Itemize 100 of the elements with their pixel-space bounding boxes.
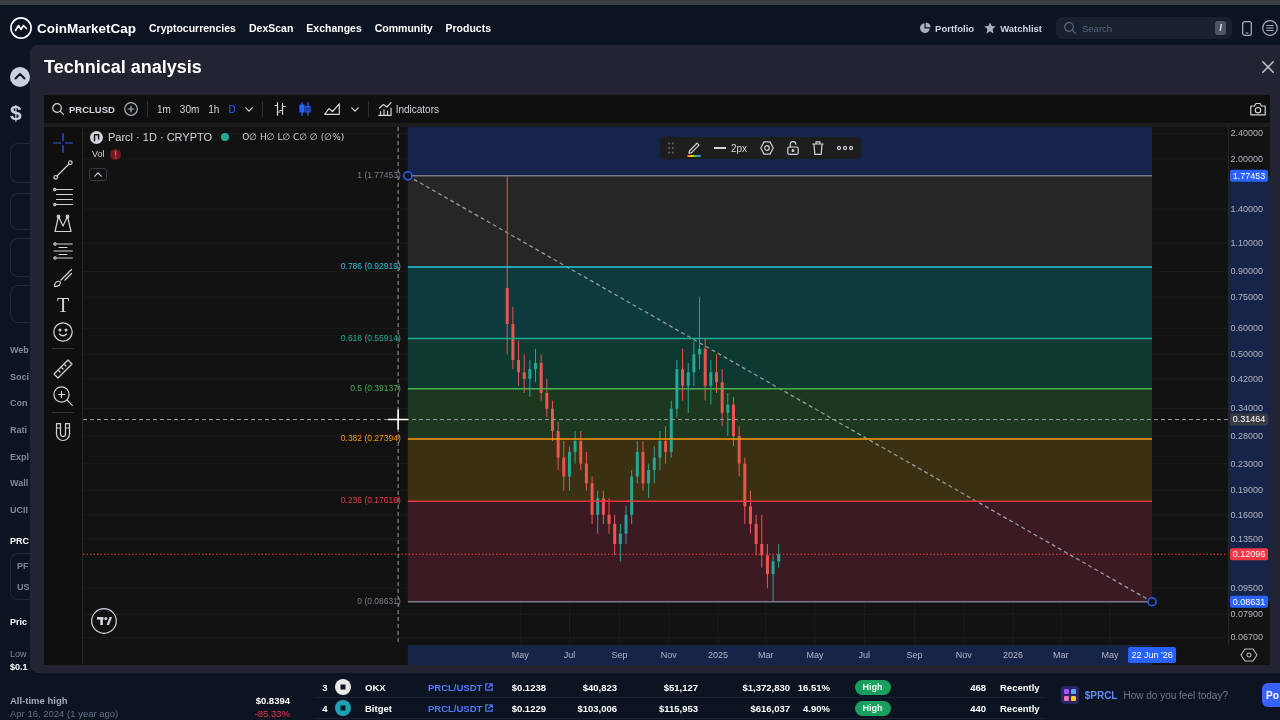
- price-tick-label: 0.23000: [1230, 458, 1263, 469]
- sidebar-item[interactable]: Expl: [10, 443, 30, 471]
- fib-level-label: 0.236 (0.17618): [340, 495, 401, 506]
- candlestick: [737, 425, 741, 477]
- handle-icon[interactable]: [403, 171, 413, 181]
- price-label: 0.12096: [1230, 548, 1268, 561]
- interval-button[interactable]: 1m: [156, 103, 171, 115]
- crosshair-cursor-icon: [387, 408, 409, 431]
- ruler-icon: [53, 359, 73, 379]
- plus-circle-icon[interactable]: [123, 102, 138, 116]
- price-tick-label: 0.50000: [1230, 349, 1263, 360]
- phone-icon[interactable]: [1242, 20, 1252, 36]
- candlestick: [777, 543, 781, 569]
- nav-link[interactable]: DexScan: [248, 22, 294, 34]
- caret-up-icon: [94, 172, 102, 177]
- pair-link[interactable]: PRCL/USDT: [428, 702, 500, 714]
- settings-icon[interactable]: [1240, 648, 1258, 662]
- candlestick: [573, 430, 577, 465]
- watchlist-link[interactable]: Watchlist: [984, 22, 1042, 34]
- brush-icon: [53, 268, 73, 288]
- collapse-button[interactable]: [89, 168, 107, 181]
- text-tool-button[interactable]: T: [49, 291, 77, 319]
- camera-icon[interactable]: [1250, 102, 1266, 116]
- interval-button[interactable]: D: [228, 103, 236, 115]
- time-tick-label: May: [1101, 649, 1119, 660]
- candlestick: [556, 421, 560, 471]
- pair-link[interactable]: PRCL/USDT: [428, 681, 500, 693]
- stat-date: Apr 16, 2024 (1 year ago): [10, 707, 119, 720]
- portfolio-link[interactable]: Portfolio: [919, 22, 975, 34]
- time-tick-label: Nov: [955, 649, 972, 660]
- post-button[interactable]: Po: [1262, 683, 1280, 707]
- sentiment-prompt: How do you feel today?: [1123, 689, 1228, 701]
- trash-icon[interactable]: [812, 141, 825, 155]
- app-logo-icon: [1060, 686, 1079, 704]
- candlestick: [624, 505, 628, 545]
- fib-level-label: 1 (1.77453): [357, 170, 401, 181]
- sidebar-item[interactable]: Wall: [10, 470, 30, 498]
- unlocked-padlock-icon[interactable]: [787, 141, 800, 155]
- settings-icon[interactable]: [760, 141, 775, 155]
- interval-button[interactable]: 1h: [208, 103, 220, 115]
- candlestick: [720, 368, 724, 427]
- price-tick-label: 0.28000: [1230, 430, 1263, 441]
- fib-level-label: 0 (0.08631): [357, 596, 401, 606]
- more-icon[interactable]: [837, 146, 854, 150]
- ohlc-values: O∅ H∅ L∅ C∅ ∅ (∅%): [242, 132, 345, 142]
- drag-handle-icon[interactable]: [668, 142, 674, 154]
- candlestick: [709, 359, 713, 406]
- menu-icon[interactable]: [1262, 20, 1278, 36]
- sidebar-item[interactable]: Soci: [10, 363, 30, 391]
- candlestick: [534, 348, 537, 383]
- chip-label[interactable]: US: [17, 580, 30, 593]
- exchange-name[interactable]: OKX: [357, 681, 428, 693]
- time-tick-label: May: [511, 649, 529, 660]
- pie-chart-icon: [919, 22, 932, 34]
- sidebar-item[interactable]: UCII: [10, 497, 30, 524]
- chart-style-button[interactable]: [321, 101, 342, 117]
- sidebar-item[interactable]: Web: [10, 337, 30, 364]
- symbol-title[interactable]: Parcl · 1D · CRYPTO: [108, 131, 213, 143]
- external-link-icon: [485, 683, 494, 691]
- time-tick-label: 2025: [708, 649, 729, 660]
- table-cell-text: 4.90%: [802, 702, 830, 714]
- table-cell-text: 440: [969, 702, 986, 714]
- nav-link[interactable]: Exchanges: [306, 22, 362, 34]
- symbol-search-button[interactable]: PRCLUSD: [52, 103, 115, 115]
- handle-icon[interactable]: [1147, 597, 1157, 607]
- chip-label[interactable]: PF: [17, 559, 30, 572]
- price-tick-label: 0.16000: [1230, 509, 1263, 520]
- fib-level-line[interactable]: [407, 337, 1153, 340]
- ticker-link[interactable]: $PRCL: [1084, 689, 1118, 701]
- chart-style-button[interactable]: [271, 100, 288, 118]
- nav-link[interactable]: Products: [445, 22, 492, 34]
- logo-icon[interactable]: [91, 608, 117, 634]
- table-cell-text: 16.51%: [796, 681, 830, 693]
- sidebar-item[interactable]: Rati: [10, 417, 30, 444]
- sidebar-item[interactable]: Con: [10, 390, 30, 418]
- interval-button[interactable]: 30m: [179, 103, 200, 115]
- price-tick-label: 0.06700: [1230, 632, 1263, 643]
- caret-down-icon[interactable]: [350, 106, 359, 112]
- price-tick-label: 0.90000: [1230, 266, 1263, 277]
- indicators-button[interactable]: Indicators: [377, 102, 439, 116]
- nav-link[interactable]: Community: [374, 22, 433, 34]
- indicator-label[interactable]: Vol: [92, 149, 105, 159]
- stat-value: $0.1: [10, 660, 29, 674]
- caret-down-icon[interactable]: [244, 106, 253, 112]
- time-tick-label: Mar: [1053, 649, 1069, 660]
- candlestick: [754, 514, 758, 556]
- brand-name[interactable]: CoinMarketCap: [37, 20, 136, 36]
- table-cell-text: $51,127: [662, 681, 698, 693]
- modal-title: Technical analysis: [44, 56, 202, 78]
- candlestick: [590, 476, 594, 525]
- candlestick: [511, 306, 515, 370]
- table-cell-text: Recently: [999, 681, 1041, 693]
- candlestick: [715, 353, 718, 394]
- close-icon[interactable]: [1262, 61, 1274, 73]
- table-cell-text: $40,823: [581, 681, 617, 693]
- exchange-name[interactable]: Bitget: [357, 702, 428, 714]
- line-width-icon: [714, 147, 726, 149]
- stat-label: All-time high: [10, 694, 68, 707]
- nav-link[interactable]: Cryptocurrencies: [149, 22, 236, 34]
- line-width-button[interactable]: 2px: [714, 142, 748, 154]
